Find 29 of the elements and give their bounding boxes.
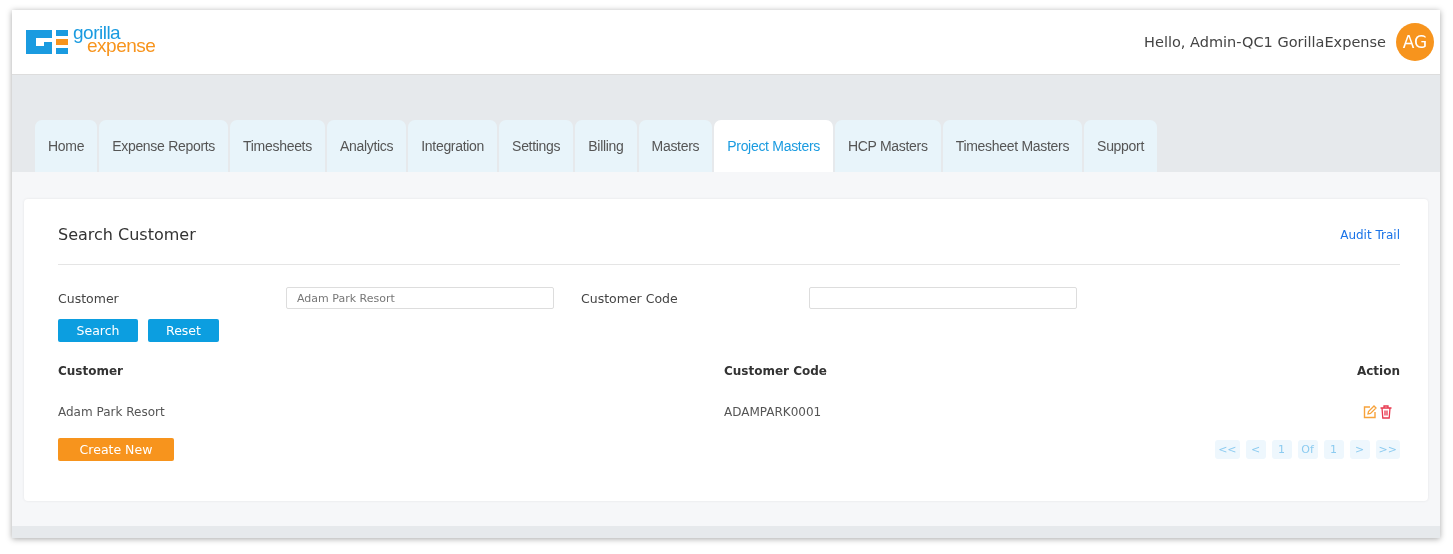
nav-tab[interactable]: Billing <box>575 120 637 172</box>
nav-tab[interactable]: Masters <box>638 120 713 172</box>
nav-tab[interactable]: Home <box>35 120 98 172</box>
reset-button[interactable]: Reset <box>148 319 219 342</box>
logo-mark-icon <box>24 28 70 56</box>
nav-tab[interactable]: Settings <box>499 120 574 172</box>
table-cell-text: ADAMPARK0001 <box>724 405 823 419</box>
table-cell-text: Adam Park Resort <box>58 405 166 419</box>
nav-tab[interactable]: Project Masters <box>714 120 833 172</box>
greeting-text: Hello, Admin-QC1 GorillaExpense <box>1144 34 1386 50</box>
audit-trail-link[interactable]: Audit Trail <box>1340 227 1400 242</box>
nav-tab[interactable]: Timesheets <box>230 120 325 172</box>
field-label: Customer Code <box>581 290 679 306</box>
field-label: Customer <box>58 290 120 306</box>
nav-tab[interactable]: Support <box>1084 120 1158 172</box>
search-button[interactable]: Search <box>58 319 138 342</box>
column-header: Customer <box>58 364 125 378</box>
nav-tab[interactable]: Timesheet Masters <box>942 120 1083 172</box>
nav-tab[interactable]: Integration <box>408 120 498 172</box>
column-header: Customer Code <box>724 364 828 378</box>
nav-tab[interactable]: HCP Masters <box>835 120 941 172</box>
nav-tab[interactable]: Analytics <box>326 120 407 172</box>
edit-icon[interactable] <box>1363 405 1377 419</box>
nav-tab[interactable]: Expense Reports <box>99 120 229 172</box>
column-header: Action <box>1355 364 1400 378</box>
input-field[interactable] <box>809 287 1077 309</box>
input-field[interactable]: Adam Park Resort <box>286 287 554 309</box>
panel-title: Search Customer <box>58 225 196 244</box>
delete-icon[interactable] <box>1380 405 1392 419</box>
